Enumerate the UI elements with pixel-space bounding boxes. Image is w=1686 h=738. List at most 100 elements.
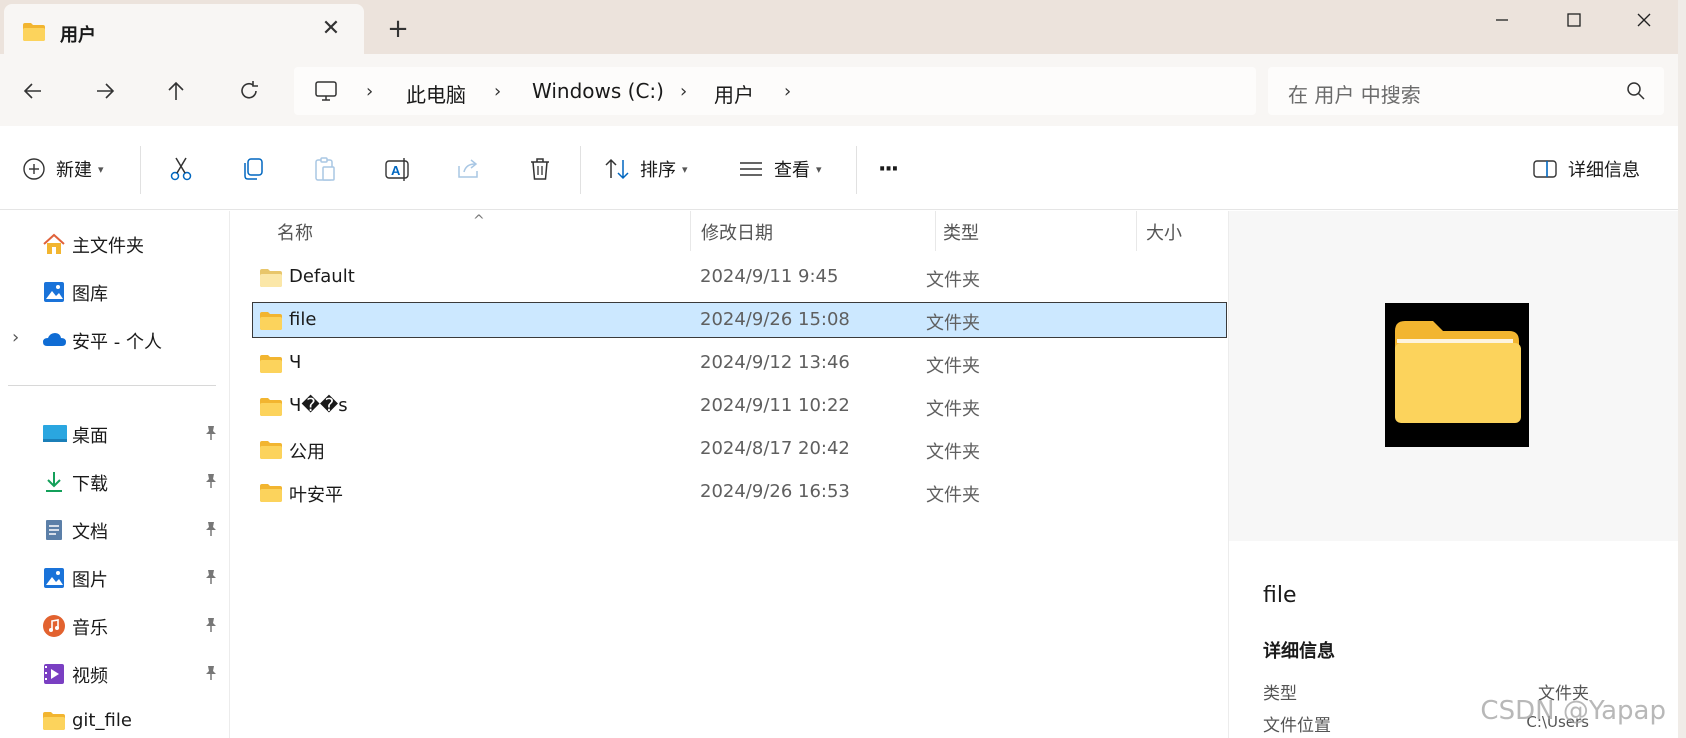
sidebar-item-pictures[interactable]: 图片: [0, 559, 230, 595]
sidebar-item-music[interactable]: 音乐: [0, 607, 230, 643]
sidebar-item-git-file[interactable]: git_file: [0, 703, 230, 738]
column-divider[interactable]: [935, 211, 936, 251]
table-row[interactable]: Default 2024/9/11 9:45 文件夹: [253, 260, 1227, 296]
watermark: CSDN @Yapap: [1480, 696, 1666, 726]
close-tab-icon[interactable]: ✕: [320, 18, 342, 40]
table-row[interactable]: 公用 2024/8/17 20:42 文件夹: [253, 432, 1227, 468]
tab-users[interactable]: 用户 ✕: [4, 4, 364, 54]
file-list: ^ 名称 修改日期 类型 大小 Default 2024/9/11 9:45 文…: [231, 211, 1227, 738]
delete-button[interactable]: [528, 152, 552, 186]
folder-icon: [259, 440, 283, 464]
view-button[interactable]: 查看 ▾: [738, 152, 822, 186]
column-header-size[interactable]: 大小: [1146, 219, 1182, 245]
table-row[interactable]: 叶安平 2024/9/26 16:53 文件夹: [253, 475, 1227, 511]
sidebar-item-videos[interactable]: 视频: [0, 655, 230, 691]
table-row[interactable]: Ч��s 2024/9/11 10:22 文件夹: [253, 389, 1227, 425]
divider: [856, 146, 857, 194]
search-box[interactable]: 在 用户 中搜索: [1268, 67, 1664, 115]
divider: [8, 385, 216, 386]
column-header-name[interactable]: 名称: [277, 219, 313, 245]
back-button[interactable]: [18, 76, 48, 106]
details-location-label: 文件位置: [1263, 716, 1331, 736]
address-row: › 此电脑 › Windows (C:) › 用户 › 在 用户 中搜索: [0, 54, 1686, 126]
pictures-icon: [42, 566, 66, 590]
pin-icon[interactable]: [204, 665, 218, 685]
sidebar-item-documents[interactable]: 文档: [0, 511, 230, 547]
window-scrollbar[interactable]: [1678, 0, 1686, 738]
details-pane-icon: [1533, 160, 1557, 178]
sidebar-item-label: 下载: [72, 474, 108, 495]
folder-preview-image: [1385, 303, 1529, 447]
file-type: 文件夹: [926, 270, 980, 291]
maximize-button[interactable]: [1538, 0, 1610, 40]
file-type: 文件夹: [926, 485, 980, 506]
column-divider[interactable]: [690, 211, 691, 251]
breadcrumb-separator[interactable]: ›: [366, 81, 373, 102]
view-list-icon: [740, 162, 762, 176]
sidebar-item-label: 视频: [72, 666, 108, 687]
sidebar-item-gallery[interactable]: 图库: [0, 273, 230, 309]
new-label: 新建: [56, 160, 92, 181]
cut-button[interactable]: [168, 152, 194, 186]
sort-ascending-icon: ^: [473, 213, 485, 229]
up-button[interactable]: [161, 76, 191, 106]
sidebar-item-desktop[interactable]: 桌面: [0, 415, 230, 451]
refresh-icon: [241, 81, 258, 99]
arrow-left-icon: [23, 83, 41, 99]
breadcrumb-windows-c[interactable]: Windows (C:): [532, 79, 664, 103]
pin-icon[interactable]: [204, 473, 218, 493]
divider: [580, 146, 581, 194]
search-icon[interactable]: [1626, 81, 1646, 105]
breadcrumb-this-pc[interactable]: 此电脑: [406, 79, 466, 108]
column-header-type[interactable]: 类型: [943, 219, 979, 245]
file-date: 2024/9/12 13:46: [700, 352, 850, 373]
new-button[interactable]: 新建 ▾: [22, 152, 104, 186]
sidebar-item-home[interactable]: 主文件夹: [0, 225, 230, 261]
chevron-right-icon[interactable]: ›: [12, 327, 19, 348]
trash-icon: [531, 158, 549, 180]
new-tab-button[interactable]: +: [384, 16, 412, 44]
breadcrumb-users[interactable]: 用户: [714, 79, 754, 108]
search-input[interactable]: 在 用户 中搜索: [1288, 79, 1421, 108]
pin-icon[interactable]: [204, 569, 218, 589]
copy-icon: [244, 158, 263, 180]
this-pc-icon: [314, 79, 338, 107]
file-name: file: [289, 309, 317, 330]
column-divider[interactable]: [1136, 211, 1137, 251]
details-label: 详细信息: [1568, 160, 1640, 181]
breadcrumb-separator[interactable]: ›: [494, 81, 501, 102]
pin-icon[interactable]: [204, 425, 218, 445]
details-pane-button[interactable]: 详细信息: [1532, 152, 1640, 186]
sidebar-item-label: 音乐: [72, 618, 108, 639]
address-bar[interactable]: › 此电脑 › Windows (C:) › 用户 ›: [294, 67, 1256, 115]
sort-button[interactable]: 排序 ▾: [604, 152, 688, 186]
rename-button[interactable]: A: [384, 152, 412, 186]
navigation-pane: 主文件夹 图库 › 安平 - 个人 桌面 下载 文档 图片 音乐 视频 git_…: [0, 211, 230, 738]
details-heading: 详细信息: [1263, 641, 1335, 662]
sidebar-item-downloads[interactable]: 下载: [0, 463, 230, 499]
copy-button[interactable]: [240, 152, 266, 186]
details-pane: file 详细信息 类型 文件夹 文件位置 C:\Users: [1228, 211, 1679, 738]
refresh-button[interactable]: [234, 76, 264, 106]
column-header-date[interactable]: 修改日期: [701, 219, 773, 245]
table-row-selected[interactable]: file 2024/9/26 15:08 文件夹: [252, 302, 1227, 338]
details-type-label: 类型: [1263, 684, 1297, 704]
minimize-button[interactable]: [1466, 0, 1538, 40]
paste-button[interactable]: [312, 152, 338, 186]
breadcrumb-separator[interactable]: ›: [784, 81, 791, 102]
folder-icon: [22, 22, 46, 46]
more-options-button[interactable]: ···: [878, 152, 899, 186]
folder-icon: [259, 483, 283, 507]
forward-button[interactable]: [90, 76, 120, 106]
breadcrumb-separator[interactable]: ›: [680, 81, 687, 102]
pin-icon[interactable]: [204, 521, 218, 541]
share-button[interactable]: [456, 152, 482, 186]
pin-icon[interactable]: [204, 617, 218, 637]
command-bar: 新建 ▾ A 排序 ▾ 查看 ▾ ··· 详细信息: [0, 126, 1686, 210]
home-icon: [42, 232, 66, 256]
file-name: Ч: [289, 352, 302, 373]
sidebar-item-onedrive[interactable]: › 安平 - 个人: [0, 321, 230, 357]
table-row[interactable]: Ч 2024/9/12 13:46 文件夹: [253, 346, 1227, 382]
divider: [140, 146, 141, 194]
close-window-button[interactable]: [1610, 0, 1678, 40]
